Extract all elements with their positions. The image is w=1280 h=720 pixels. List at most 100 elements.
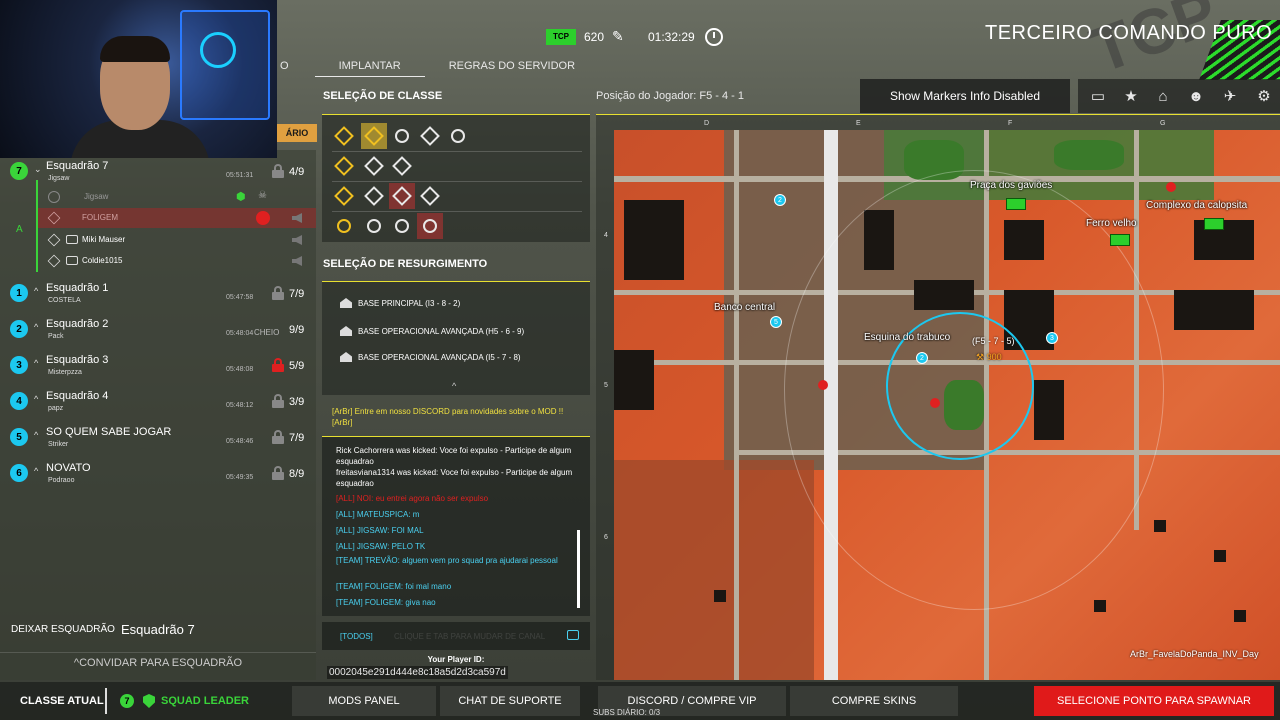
spawn-label: BASE OPERACIONAL AVANÇADA (H5 - 6 - 9)	[358, 326, 525, 336]
squad-marker[interactable]: 5	[770, 316, 782, 328]
map-place-label: Praça dos gaviões	[970, 180, 1053, 191]
squad-member-1[interactable]: Jigsaw ⬢ ☠	[38, 187, 316, 207]
squad-member-2[interactable]: FOLIGEM	[38, 208, 316, 228]
squad-row[interactable]: 2 ^ Esquadrão 2 Pack 05:48:04 CHEIO 9/9	[0, 314, 316, 348]
squad-header-tab[interactable]: ÁRIO	[277, 124, 317, 142]
speaker-icon[interactable]	[292, 235, 302, 245]
squad-row[interactable]: 4 ^ Esquadrão 4 papz 05:48:12 3/9	[0, 386, 316, 420]
speaker-icon[interactable]	[292, 256, 302, 266]
speaker-icon[interactable]	[292, 213, 302, 223]
chevron-up-icon[interactable]: ^	[34, 286, 38, 296]
medic-icon: ⬢	[236, 191, 246, 203]
map-place-label: Ferro velho	[1086, 218, 1137, 229]
class-sapper-icon[interactable]	[389, 153, 415, 179]
spawn-fob-2[interactable]: BASE OPERACIONAL AVANÇADA (I5 - 7 - 8)	[340, 352, 521, 362]
flag-icon[interactable]	[1006, 198, 1026, 210]
squad-row[interactable]: 3 ^ Esquadrão 3 Misterpzza 05:48:08 5/9	[0, 350, 316, 384]
buy-skins-button[interactable]: COMPRE SKINS	[790, 686, 958, 716]
support-chat-button[interactable]: CHAT DE SUPORTE	[440, 686, 580, 716]
kit-icon	[66, 235, 78, 244]
chat-message: [TEAM] TREVÃO: alguem vem pro squad pra …	[336, 556, 558, 565]
map-road	[734, 130, 739, 680]
spawn-main-base[interactable]: BASE PRINCIPAL (I3 - 8 - 2)	[340, 298, 460, 308]
grid-row-6: 6	[604, 534, 608, 541]
squad-count: 3/9	[289, 396, 305, 408]
star-icon[interactable]: ★	[1121, 86, 1141, 106]
squad-member-3[interactable]: Miki Mauser	[38, 230, 316, 250]
class-squad-leader-icon[interactable]	[331, 123, 357, 149]
mods-panel-button[interactable]: MODS PANEL	[292, 686, 436, 716]
class-marksman-icon[interactable]	[331, 183, 357, 209]
squad-row[interactable]: 1 ^ Esquadrão 1 COSTELA 05:47:58 7/9	[0, 278, 316, 312]
map-hill-zone	[614, 460, 814, 680]
cursor-grid-coords: (F5 - 7 - 5)	[972, 336, 1015, 346]
class-hat-icon[interactable]	[389, 183, 415, 209]
grid-col-e: E	[856, 120, 861, 127]
chat-scrollbar[interactable]	[577, 530, 580, 608]
chevron-up-icon[interactable]: ^	[34, 430, 38, 440]
lock-icon[interactable]	[272, 358, 284, 372]
spawn-button[interactable]: SELECIONE PONTO PARA SPAWNAR	[1034, 686, 1274, 716]
squad-row[interactable]: 5 ^ SO QUEM SABE JOGAR Striker 05:48:46 7/9	[0, 422, 316, 456]
invite-to-squad-button[interactable]: ^CONVIDAR PARA ESQUADRÃO	[0, 652, 316, 674]
class-gunner-icon[interactable]	[417, 183, 443, 209]
map-building	[1214, 550, 1226, 562]
class-lat-icon[interactable]	[361, 183, 387, 209]
member-name: Jigsaw	[84, 192, 109, 201]
squad-marker[interactable]: 3	[1046, 332, 1058, 344]
squad-leader-name: COSTELA	[48, 297, 81, 304]
spawn-fob-1[interactable]: BASE OPERACIONAL AVANÇADA (H5 - 6 - 9)	[340, 326, 524, 336]
lock-icon[interactable]	[272, 430, 284, 444]
class-rifleman-icon[interactable]	[389, 123, 415, 149]
flag-icon[interactable]	[1204, 218, 1224, 230]
class-scout-icon[interactable]	[389, 213, 415, 239]
chevron-up-icon[interactable]: ^	[34, 394, 38, 404]
tactical-map[interactable]: 5 2 3 2 Praça dos gaviões Complexo da ca…	[614, 130, 1280, 680]
flag-icon[interactable]	[1110, 234, 1130, 246]
squad-marker[interactable]: 2	[916, 352, 928, 364]
lock-icon[interactable]	[272, 164, 284, 178]
class-sniper-icon[interactable]	[417, 213, 443, 239]
leave-squad-button[interactable]: DEIXAR ESQUADRÃO	[11, 624, 115, 635]
squad-row[interactable]: 6 ^ NOVATO Podraoo 05:49:35 8/9	[0, 458, 316, 492]
class-grenadier-icon[interactable]	[361, 153, 387, 179]
chevron-up-icon[interactable]: ^	[34, 322, 38, 332]
markers-info-button[interactable]: Show Markers Info Disabled	[860, 79, 1070, 113]
chevron-down-icon[interactable]: ⌄	[34, 164, 42, 175]
lock-icon[interactable]	[272, 286, 284, 300]
vehicle-help-icon[interactable]: ✈	[1220, 86, 1240, 106]
class-crewman-icon[interactable]	[331, 213, 357, 239]
player-id-value[interactable]: 0002045e291d444e8c18a5d2d3ca597d	[327, 666, 508, 679]
base-help-icon[interactable]: ⌂	[1153, 86, 1173, 106]
cursor-distance: ⚒ 900	[976, 352, 1002, 362]
class-selected-icon[interactable]	[361, 123, 387, 149]
squad-marker[interactable]: 2	[774, 194, 786, 206]
expand-chevron-icon[interactable]: ^	[452, 381, 456, 391]
squad-member-4[interactable]: Coldie1015	[38, 251, 316, 271]
lock-icon[interactable]	[272, 466, 284, 480]
squad-help-icon[interactable]: ☻	[1186, 86, 1206, 106]
chat-input[interactable]	[394, 632, 564, 641]
stopwatch-icon	[704, 28, 723, 46]
chat-bubble-icon[interactable]	[567, 630, 579, 640]
class-medic-icon[interactable]	[417, 123, 443, 149]
discord-broadcast: [ArBr] Entre em nosso DISCORD para novid…	[332, 407, 564, 427]
distance-value: 900	[986, 352, 1002, 362]
squad-name: Esquadrão 3	[46, 354, 109, 366]
map-place-label: Banco central	[714, 302, 776, 313]
chevron-up-icon[interactable]: ^	[34, 358, 38, 368]
enemy-marker	[930, 398, 940, 408]
chevron-up-icon[interactable]: ^	[34, 466, 38, 476]
squad-row[interactable]: 7 ⌄ Esquadrão 7 Jigsaw 05:51:31 4/9	[0, 156, 316, 190]
class-engineer-icon[interactable]	[331, 153, 357, 179]
tab-partial[interactable]: O	[280, 58, 315, 77]
tab-server-rules[interactable]: REGRAS DO SERVIDOR	[425, 58, 599, 77]
tab-implantar[interactable]: IMPLANTAR	[314, 58, 425, 77]
gear-icon[interactable]: ⚙	[1254, 86, 1274, 106]
member-name: Coldie1015	[82, 256, 123, 265]
chat-icon[interactable]: ▭	[1088, 86, 1108, 106]
class-pilot-icon[interactable]	[361, 213, 387, 239]
class-driver-icon[interactable]	[445, 123, 471, 149]
lock-icon[interactable]	[272, 394, 284, 408]
chat-channel[interactable]: [TODOS]	[340, 632, 373, 641]
